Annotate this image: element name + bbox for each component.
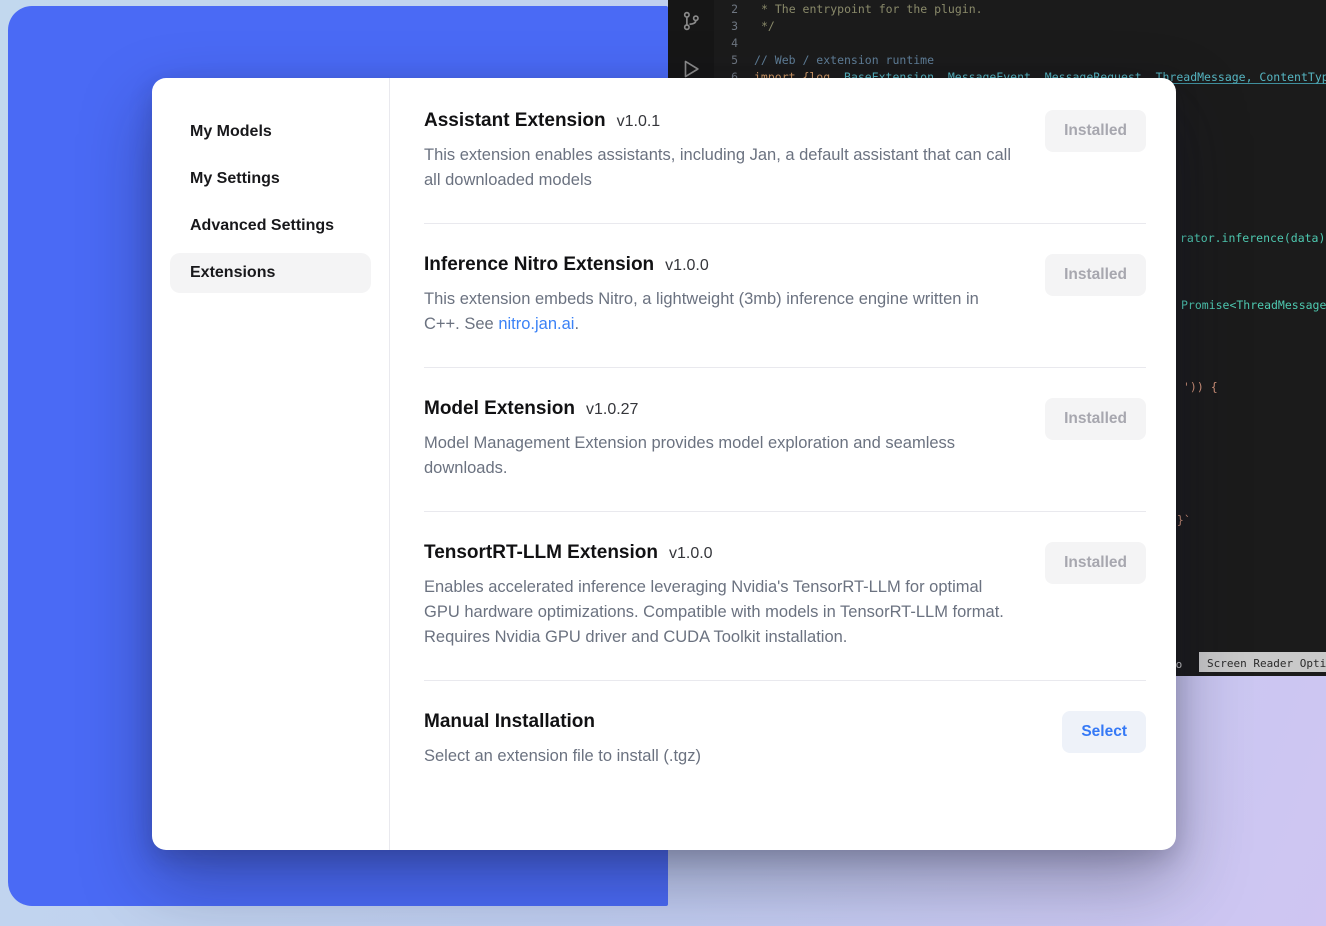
installed-button[interactable]: Installed [1045,542,1146,584]
extensions-panel: Assistant Extension v1.0.1 This extensio… [390,78,1176,850]
installed-button[interactable]: Installed [1045,110,1146,152]
sidebar-item-my-settings[interactable]: My Settings [170,159,371,199]
extension-title: Inference Nitro Extension [424,254,654,276]
sidebar-item-advanced-settings[interactable]: Advanced Settings [170,206,371,246]
installed-button[interactable]: Installed [1045,254,1146,296]
extension-description: Enables accelerated inference leveraging… [424,575,1014,650]
extension-info: TensortRT-LLM Extension v1.0.0 Enables a… [424,542,1014,650]
extension-title-row: Assistant Extension v1.0.1 [424,110,1014,132]
extension-title: Model Extension [424,398,575,420]
extension-item-tensorrt-llm: TensortRT-LLM Extension v1.0.0 Enables a… [424,512,1146,680]
manual-installation-description: Select an extension file to install (.tg… [424,744,701,769]
settings-modal: My Models My Settings Advanced Settings … [152,78,1176,850]
line-number: 3 [714,18,738,35]
extension-version: v1.0.1 [617,113,661,131]
line-number: 4 [714,35,738,52]
code-line: 4 [714,35,1326,52]
select-file-button[interactable]: Select [1062,711,1146,753]
code-comment: */ [761,18,775,35]
description-text: . [574,315,579,333]
code-line: 3 */ [714,18,1326,35]
extension-description: Model Management Extension provides mode… [424,431,1014,481]
extension-title-row: Inference Nitro Extension v1.0.0 [424,254,1014,276]
extension-title: Assistant Extension [424,110,606,132]
code-area: 2 * The entrypoint for the plugin. 3 */ … [714,1,1326,86]
code-comment: * The entrypoint for the plugin. [761,1,983,18]
line-number: 2 [714,1,738,18]
extension-title: TensortRT-LLM Extension [424,542,658,564]
sidebar-item-extensions[interactable]: Extensions [170,253,371,293]
extension-info: Assistant Extension v1.0.1 This extensio… [424,110,1014,193]
code-fragment: ')) { [1183,379,1218,396]
extension-title-row: TensortRT-LLM Extension v1.0.0 [424,542,1014,564]
sidebar-item-my-models[interactable]: My Models [170,112,371,152]
extension-description: This extension embeds Nitro, a lightweig… [424,287,1014,337]
extension-title-row: Manual Installation [424,711,701,733]
manual-installation-title: Manual Installation [424,711,595,733]
extension-info: Inference Nitro Extension v1.0.0 This ex… [424,254,1014,337]
extension-version: v1.0.0 [669,545,713,563]
code-fragment: Promise<ThreadMessage> [1181,297,1326,314]
line-number: 5 [714,52,738,69]
extension-item-assistant: Assistant Extension v1.0.1 This extensio… [424,108,1146,223]
manual-installation-section: Manual Installation Select an extension … [424,681,1146,799]
extension-version: v1.0.27 [586,401,638,419]
code-fragment: rator.inference(data)); [1180,230,1326,247]
screen-reader-chip: Screen Reader Optimize [1199,652,1326,672]
source-control-icon[interactable] [680,10,702,32]
run-debug-icon[interactable] [680,58,702,80]
settings-sidebar: My Models My Settings Advanced Settings … [152,78,390,850]
extension-title-row: Model Extension v1.0.27 [424,398,1014,420]
extension-info: Manual Installation Select an extension … [424,711,701,769]
extension-item-inference-nitro: Inference Nitro Extension v1.0.0 This ex… [424,224,1146,367]
code-comment: // Web / extension runtime [754,52,934,69]
extension-version: v1.0.0 [665,257,709,275]
extension-description: This extension enables assistants, inclu… [424,143,1014,193]
code-line: 2 * The entrypoint for the plugin. [714,1,1326,18]
extension-info: Model Extension v1.0.27 Model Management… [424,398,1014,481]
extension-item-model: Model Extension v1.0.27 Model Management… [424,368,1146,511]
nitro-jan-ai-link[interactable]: nitro.jan.ai [498,315,574,333]
installed-button[interactable]: Installed [1045,398,1146,440]
code-line: 5 // Web / extension runtime [714,52,1326,69]
